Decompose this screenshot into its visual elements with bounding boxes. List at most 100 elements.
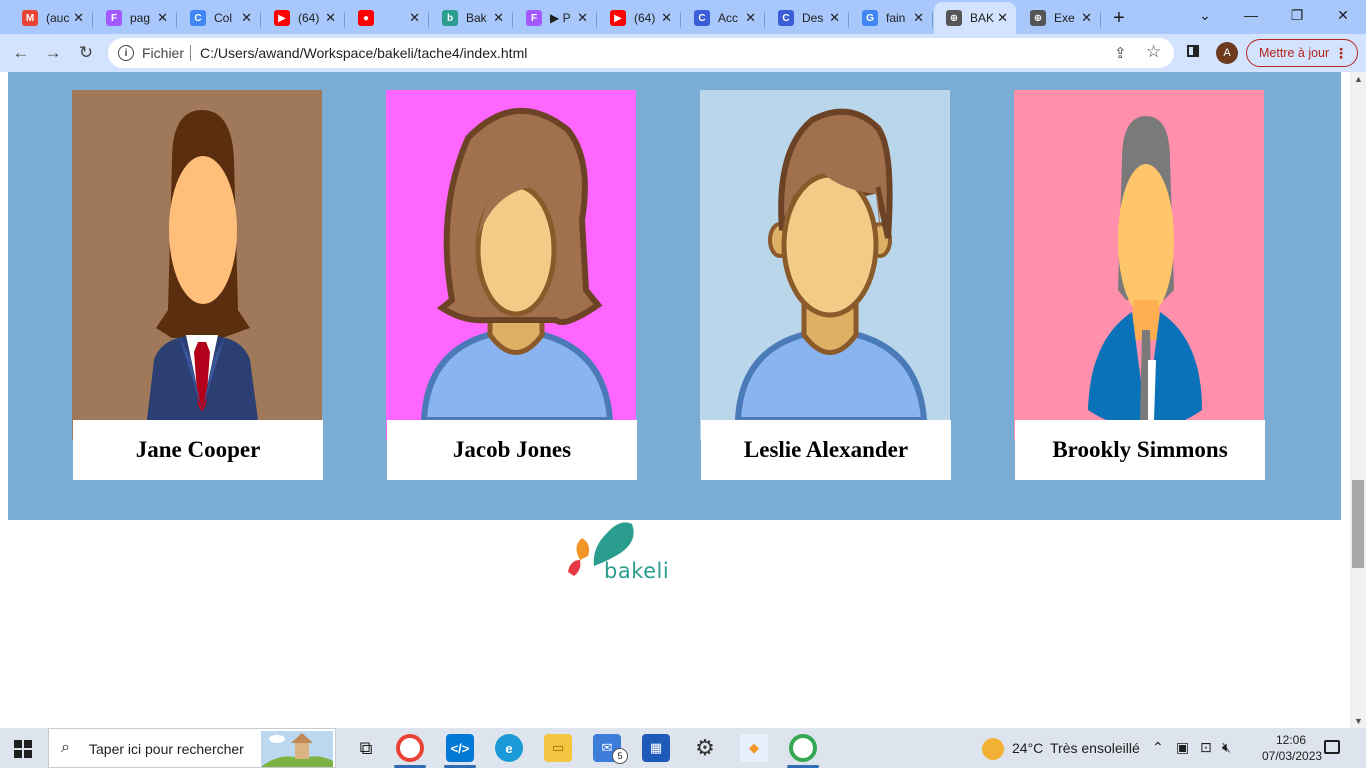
tab-separator xyxy=(848,12,849,28)
globe-icon: ⊕ xyxy=(946,10,962,26)
tab-close-icon[interactable]: ✕ xyxy=(241,10,252,26)
weather-desc[interactable]: Très ensoleillé xyxy=(1050,740,1140,756)
new-tab-button[interactable]: + xyxy=(1106,5,1132,31)
tab-close-icon[interactable]: ✕ xyxy=(325,10,336,26)
woman-avatar-icon xyxy=(386,90,636,440)
scroll-up-icon[interactable]: ▲ xyxy=(1354,74,1363,84)
youtube-record-icon: ● xyxy=(358,10,374,26)
profile-avatar[interactable]: A xyxy=(1216,42,1238,64)
team-card: Brookly Simmons xyxy=(1014,90,1266,480)
browser-tab[interactable]: M (auc ✕ xyxy=(10,4,93,32)
reload-icon[interactable]: ↻ xyxy=(75,42,97,64)
team-card: Jane Cooper xyxy=(72,90,324,480)
tab-close-icon[interactable]: ✕ xyxy=(661,10,672,26)
weather-temp[interactable]: 24°C xyxy=(1012,740,1043,756)
browser-tab[interactable]: ▶ (64) ✕ xyxy=(262,4,345,32)
canva-icon: C xyxy=(778,10,794,26)
tab-close-icon[interactable]: ✕ xyxy=(73,10,84,26)
tab-separator xyxy=(512,12,513,28)
bookmark-star-icon[interactable]: ☆ xyxy=(1146,42,1161,62)
network-icon[interactable]: ⊡ xyxy=(1200,739,1212,756)
store-icon[interactable]: ▦ xyxy=(642,734,670,762)
side-panel-icon[interactable] xyxy=(1187,45,1199,57)
google-icon: C xyxy=(190,10,206,26)
taskbar: ⌕ Taper ici pour rechercher ⧉ </> e ▭ ✉ … xyxy=(0,728,1366,768)
address-bar[interactable]: i Fichier C:/Users/awand/Workspace/bakel… xyxy=(108,38,1174,68)
taskbar-search[interactable]: ⌕ Taper ici pour rechercher xyxy=(48,728,336,768)
restore-button[interactable]: ❐ xyxy=(1274,0,1320,30)
forward-arrow-icon[interactable]: → xyxy=(42,42,64,64)
weather-sun-icon[interactable] xyxy=(982,738,1004,760)
notification-icon[interactable] xyxy=(1324,740,1340,754)
tab-separator xyxy=(344,12,345,28)
browser-tab[interactable]: b Bak ✕ xyxy=(430,4,513,32)
avatar-photo xyxy=(700,90,950,440)
tab-close-icon[interactable]: ✕ xyxy=(829,10,840,26)
tab-search-icon[interactable]: ⌄ xyxy=(1182,0,1228,30)
minimize-button[interactable]: — xyxy=(1228,0,1274,30)
update-label: Mettre à jour xyxy=(1259,46,1330,60)
chrome-profile-icon[interactable] xyxy=(789,734,817,762)
tab-title: Col xyxy=(214,11,233,25)
tab-close-icon[interactable]: ✕ xyxy=(493,10,504,26)
task-view-icon[interactable]: ⧉ xyxy=(352,734,380,762)
avatar-photo xyxy=(72,90,322,440)
browser-tab[interactable]: C Des ✕ xyxy=(766,4,849,32)
tab-close-icon[interactable]: ✕ xyxy=(997,10,1008,26)
tab-title: pag xyxy=(130,11,151,25)
browser-tab[interactable]: F ▶ P ✕ xyxy=(514,4,597,32)
browser-tab[interactable]: C Acc ✕ xyxy=(682,4,765,32)
member-name: Leslie Alexander xyxy=(701,420,951,480)
tab-title: (64) xyxy=(298,11,320,25)
bakeli-icon: b xyxy=(442,10,458,26)
search-icon: ⌕ xyxy=(61,739,70,756)
figma-icon: F xyxy=(526,10,542,26)
back-arrow-icon[interactable]: ← xyxy=(10,42,32,64)
edge-icon[interactable]: e xyxy=(495,734,523,762)
tab-separator xyxy=(92,12,93,28)
tab-close-icon[interactable]: ✕ xyxy=(157,10,168,26)
vscode-icon[interactable]: </> xyxy=(446,734,474,762)
address-url[interactable]: C:/Users/awand/Workspace/bakeli/tache4/i… xyxy=(200,45,527,61)
browser-tab[interactable]: Gfain ✕ xyxy=(850,4,933,32)
info-icon[interactable]: i xyxy=(118,45,134,61)
share-icon[interactable]: ⇪ xyxy=(1114,44,1127,62)
browser-tab[interactable]: C Col ✕ xyxy=(178,4,261,32)
volume-muted-icon[interactable]: 🔇︎ xyxy=(1222,739,1231,756)
chevron-up-icon[interactable]: ⌃ xyxy=(1152,739,1164,756)
tab-close-icon[interactable]: ✕ xyxy=(409,10,420,26)
search-highlight-illustration-icon xyxy=(261,731,333,767)
man-avatar-icon xyxy=(700,90,950,440)
tab-close-icon[interactable]: ✕ xyxy=(745,10,756,26)
meet-icon[interactable]: ▣ xyxy=(1176,739,1189,756)
mail-badge: 5 xyxy=(612,748,628,764)
tab-title: Bak xyxy=(466,11,487,25)
browser-tab[interactable]: ● ✕ xyxy=(346,4,429,32)
browser-tab[interactable]: Fpag ✕ xyxy=(94,4,177,32)
tab-close-icon[interactable]: ✕ xyxy=(577,10,588,26)
scroll-down-icon[interactable]: ▼ xyxy=(1354,716,1363,726)
close-window-button[interactable]: ✕ xyxy=(1320,0,1366,30)
tab-title: fain xyxy=(886,11,906,25)
browser-tab[interactable]: ⊕ Exe ✕ xyxy=(1018,4,1101,32)
git-icon[interactable]: ◆ xyxy=(740,734,768,762)
settings-gear-icon[interactable]: ⚙ xyxy=(691,734,719,762)
windows-start-icon[interactable] xyxy=(14,740,32,758)
browser-tab[interactable]: ⊕ BAK ✕ xyxy=(934,2,1016,34)
tab-close-icon[interactable]: ✕ xyxy=(913,10,924,26)
tab-title: Exe xyxy=(1054,11,1075,25)
page-scrollbar[interactable]: ▲ ▼ xyxy=(1350,72,1366,728)
gmail-icon: M xyxy=(22,10,38,26)
woman-suit-avatar-icon xyxy=(72,90,322,440)
system-clock[interactable]: 12:06 07/03/2023 xyxy=(1262,732,1322,764)
tab-close-icon[interactable]: ✕ xyxy=(1081,10,1092,26)
browser-tab[interactable]: ▶ (64) ✕ xyxy=(598,4,681,32)
chrome-icon[interactable] xyxy=(396,734,424,762)
file-explorer-icon[interactable]: ▭ xyxy=(544,734,572,762)
tab-title: Des xyxy=(802,11,824,25)
update-button[interactable]: Mettre à jour ⋮ xyxy=(1246,39,1358,67)
scrollbar-thumb[interactable] xyxy=(1352,480,1364,568)
menu-kebab-icon[interactable]: ⋮ xyxy=(1334,45,1348,62)
canva-icon: C xyxy=(694,10,710,26)
tab-title: BAK xyxy=(970,11,995,25)
